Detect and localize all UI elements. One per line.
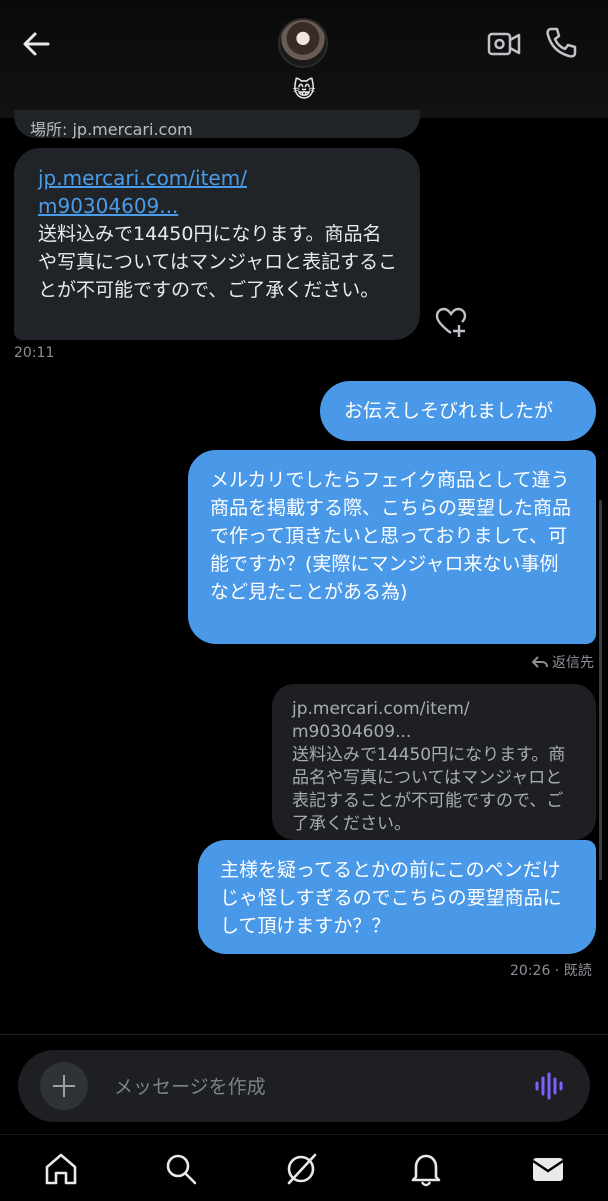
scrollbar[interactable] bbox=[599, 500, 602, 880]
outgoing-message-text: メルカリでしたらフェイク商品として違う商品を掲載する際、こちらの要望した商品で作… bbox=[210, 469, 572, 603]
contact-avatar[interactable] bbox=[278, 18, 328, 68]
quoted-message-text: jp.mercari.com/item/ m90304609... 送料込みで1… bbox=[292, 699, 566, 834]
search-icon[interactable] bbox=[163, 1151, 199, 1187]
back-arrow-icon[interactable] bbox=[18, 26, 58, 62]
notifications-icon[interactable] bbox=[408, 1151, 444, 1187]
previous-message-fragment: 場所: jp.mercari.com bbox=[14, 110, 420, 139]
reply-label: 返信先 bbox=[532, 652, 594, 672]
grok-icon[interactable] bbox=[283, 1151, 319, 1187]
bottom-tab-bar bbox=[0, 1134, 608, 1201]
message-composer[interactable]: メッセージを作成 bbox=[18, 1050, 590, 1122]
outgoing-message-text: お伝えしそびれましたが bbox=[344, 400, 554, 422]
location-text: 場所: jp.mercari.com bbox=[30, 120, 193, 139]
add-attachment-button[interactable] bbox=[40, 1062, 88, 1110]
outgoing-message-bubble[interactable]: 主様を疑ってるとかの前にこのペンだけじゃ怪しすぎるのでこちらの要望商品にして頂け… bbox=[198, 840, 596, 954]
add-reaction-heart-icon[interactable] bbox=[434, 306, 468, 338]
reply-arrow-icon bbox=[532, 656, 548, 668]
message-input[interactable]: メッセージを作成 bbox=[114, 1072, 266, 1099]
home-icon[interactable] bbox=[43, 1151, 79, 1187]
outgoing-message-bubble[interactable]: お伝えしそびれましたが bbox=[320, 381, 596, 441]
incoming-message-bubble[interactable]: jp.mercari.com/item/ m90304609... 送料込みで1… bbox=[14, 148, 420, 340]
contact-emoji-name: 😸 bbox=[292, 78, 316, 103]
quoted-message-bubble[interactable]: jp.mercari.com/item/ m90304609... 送料込みで1… bbox=[272, 684, 596, 840]
mercari-item-link[interactable]: jp.mercari.com/item/ m90304609... bbox=[38, 164, 396, 220]
divider bbox=[0, 1034, 608, 1035]
incoming-message-text: 送料込みで14450円になります。商品名や写真についてはマンジャロと表記すること… bbox=[38, 223, 398, 301]
outgoing-message-bubble[interactable]: メルカリでしたらフェイク商品として違う商品を掲載する際、こちらの要望した商品で作… bbox=[188, 450, 596, 644]
audio-wave-icon[interactable] bbox=[534, 1072, 564, 1100]
video-camera-icon[interactable] bbox=[486, 26, 522, 62]
read-status: 20:26 · 既読 bbox=[510, 963, 592, 979]
chat-header: 😸 bbox=[0, 0, 608, 118]
incoming-timestamp: 20:11 bbox=[14, 345, 55, 361]
phone-icon[interactable] bbox=[543, 25, 579, 61]
outgoing-message-text: 主様を疑ってるとかの前にこのペンだけじゃ怪しすぎるのでこちらの要望商品にして頂け… bbox=[220, 859, 562, 937]
messages-icon[interactable] bbox=[530, 1151, 566, 1187]
